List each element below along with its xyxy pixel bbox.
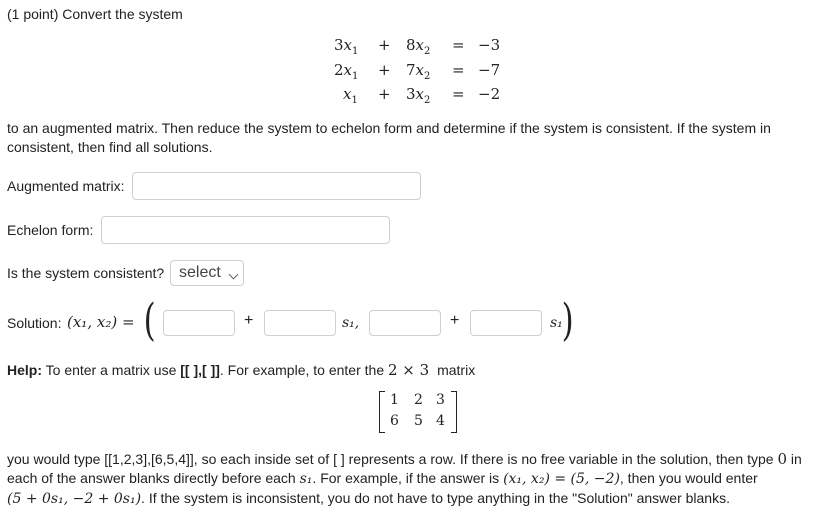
subscript: 1 (351, 95, 358, 106)
rhs: −2 (478, 85, 501, 103)
consistent-label: Is the system consistent? (7, 265, 165, 281)
solution-x2-coefficient[interactable] (470, 310, 542, 336)
matrix-row-1: 1 2 3 (390, 392, 445, 408)
op: + (378, 85, 391, 103)
coef: 3 (334, 36, 344, 54)
matrix-cell: 1 (390, 392, 399, 408)
equation-row-1: 3x1 + 8x2 = −3 (334, 36, 500, 57)
op: + (378, 36, 391, 54)
var: x (415, 61, 425, 79)
var: x (343, 36, 353, 54)
matrix-cell: 2 (414, 392, 423, 408)
matrix-cell: 3 (436, 392, 445, 408)
var: x (415, 36, 425, 54)
coef: 3 (406, 85, 416, 103)
matrix-right-bracket (451, 391, 457, 433)
subscript: 2 (424, 46, 431, 57)
right-paren: ) (561, 295, 574, 346)
solution-lhs: (x₁, x₂) = (67, 313, 135, 331)
rhs: −7 (478, 61, 501, 79)
help-p2: each of the answer blanks directly befor… (7, 470, 296, 486)
echelon-form-label: Echelon form: (7, 222, 94, 238)
op: + (378, 61, 391, 79)
help-example-entry: (5 + 0s₁, −2 + 0s₁) (7, 491, 142, 507)
consistent-select[interactable]: select (170, 260, 244, 286)
echelon-form-input[interactable] (101, 216, 390, 244)
plus-sign-2: + (450, 312, 460, 329)
coef: 8 (406, 36, 416, 54)
equation-row-3: x1 + 3x2 = −2 (343, 85, 500, 106)
coef: 2 (334, 61, 344, 79)
subscript: 2 (424, 71, 431, 82)
help-paragraph-line-3: (5 + 0s₁, −2 + 0s₁). If the system is in… (7, 490, 730, 507)
help-paragraph-line-2: each of the answer blanks directly befor… (7, 470, 758, 487)
solution-x2-constant[interactable] (369, 310, 441, 336)
rhs: −3 (478, 36, 501, 54)
help-p3: . If the system is inconsistent, you do … (141, 490, 730, 506)
plus-sign-1: + (244, 312, 254, 329)
help-p2b: . For example, if the answer is (312, 470, 500, 486)
help-p1: you would type [[1,2,3],[6,5,4]], so eac… (7, 451, 774, 467)
help-zero: 0 (777, 450, 787, 468)
var: x (343, 61, 353, 79)
help-brackets: [[ ],[ ]] (180, 362, 220, 378)
help-text-end: matrix (433, 362, 476, 378)
matrix-left-bracket (379, 391, 385, 433)
subscript: 1 (352, 71, 359, 82)
help-bold: Help: (7, 362, 42, 378)
var: x (415, 85, 425, 103)
problem-header: (1 point) Convert the system (7, 6, 183, 22)
matrix-cell: 5 (414, 413, 423, 429)
solution-label: Solution: (7, 315, 62, 331)
augmented-matrix-label: Augmented matrix: (7, 178, 125, 194)
consistent-select-value: select (179, 264, 221, 281)
solution-x1-coefficient[interactable] (264, 310, 336, 336)
help-text-after: . For example, to enter the (219, 362, 388, 378)
chevron-down-icon (228, 269, 239, 280)
subscript: 1 (352, 46, 359, 57)
matrix-cell: 6 (390, 413, 399, 429)
help-example-answer: (x₁, x₂) = (5, −2) (503, 471, 620, 487)
instructions-line-1: to an augmented matrix. Then reduce the … (7, 120, 771, 136)
equation-row-2: 2x1 + 7x2 = −7 (334, 61, 500, 82)
help-paragraph-line-1: you would type [[1,2,3],[6,5,4]], so eac… (7, 450, 802, 468)
coef: 7 (406, 61, 416, 79)
help-text: To enter a matrix use (42, 362, 181, 378)
help-p2c: , then you would enter (619, 470, 758, 486)
s1-comma: s₁, (342, 315, 360, 331)
augmented-matrix-input[interactable] (132, 172, 421, 200)
help-p1-end: in (790, 451, 802, 467)
left-paren: ( (143, 295, 156, 346)
help-s1: s₁ (299, 471, 313, 487)
equals: = (452, 85, 465, 103)
matrix-row-2: 6 5 4 (390, 413, 445, 429)
subscript: 2 (424, 95, 431, 106)
help-line: Help: To enter a matrix use [[ ],[ ]]. F… (7, 361, 475, 379)
instructions-line-2: consistent, then find all solutions. (7, 139, 213, 155)
help-dim: 2 × 3 (388, 361, 430, 379)
solution-x1-constant[interactable] (163, 310, 235, 336)
equals: = (452, 61, 465, 79)
equals: = (452, 36, 465, 54)
matrix-cell: 4 (436, 413, 445, 429)
